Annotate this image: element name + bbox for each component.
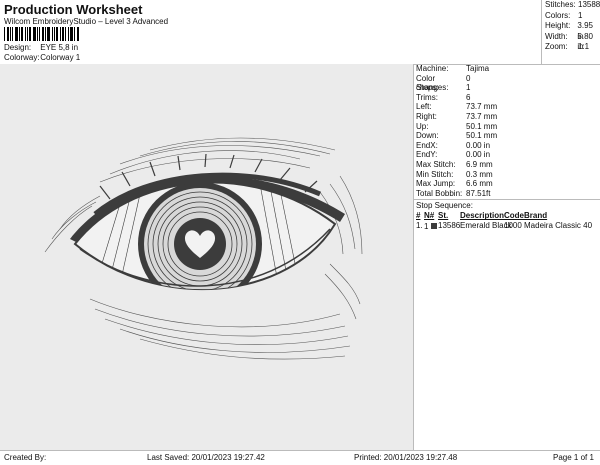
colorway-row: Colorway: Colorway 1 [4, 53, 80, 62]
barcode-bar [62, 27, 64, 41]
barcode-bar [52, 27, 53, 41]
barcode-bar [4, 27, 5, 41]
design-preview [0, 64, 414, 450]
divider [414, 199, 600, 201]
info-row: Up: 50.1 mm [416, 121, 498, 131]
stats-box: Stitches: 13588 Colors: 1 Height: 3.95 in W… [541, 0, 600, 65]
barcode-bar [19, 27, 20, 41]
barcode-bar [12, 27, 13, 41]
stop-sequence-header: # N# St. Description Code Brand [416, 211, 548, 221]
info-row: Left: 73.7 mm [416, 102, 498, 112]
barcode-bar [29, 27, 31, 41]
stat-row: Width: 5.80 in [545, 31, 593, 52]
barcode-bar [37, 27, 38, 41]
barcode-bar [70, 27, 73, 41]
barcode-bar [77, 27, 79, 41]
barcode-bar [10, 27, 11, 41]
info-row: Total Bobbin: 87.51ft [416, 188, 491, 198]
page-title: Production Worksheet [4, 2, 143, 17]
info-row: Down: 50.1 mm [416, 131, 498, 141]
barcode-bar [25, 27, 26, 41]
barcode-bar [47, 27, 50, 41]
barcode [4, 27, 96, 41]
barcode-bar [60, 27, 61, 41]
barcode-bar [45, 27, 46, 41]
last-saved: Last Saved: 20/01/2023 19:27.42 [147, 453, 265, 462]
printed-date: Printed: 20/01/2023 19:27.48 [354, 453, 458, 462]
info-row: EndY: 0.00 in [416, 150, 491, 160]
colorway-label: Colorway: [4, 53, 40, 62]
barcode-bar [7, 27, 9, 41]
stop-sequence-title: Stop Sequence: [416, 201, 473, 211]
stat-row: Colors: 1 [545, 10, 583, 20]
info-row: Max Jump: 6.6 mm [416, 179, 493, 189]
info-row: Machine: Tajima [416, 64, 490, 73]
stat-row: Zoom: 1:1 [545, 42, 590, 51]
barcode-bar [56, 27, 58, 41]
info-row: Right: 73.7 mm [416, 111, 498, 121]
stop-sequence-row: 1. 1 13586 Emerald Black 1000 Madeira Cl… [416, 221, 593, 232]
stat-row: Stitches: 13588 [545, 0, 600, 9]
barcode-bar [65, 27, 66, 41]
barcode-bar [74, 27, 75, 41]
barcode-bar [27, 27, 28, 41]
info-row: Min Stitch: 0.3 mm [416, 169, 493, 179]
thread-color-swatch [430, 223, 437, 230]
eye-embroidery-image [44, 137, 363, 360]
info-row: Stops: 1 [416, 83, 471, 93]
barcode-bar [68, 27, 69, 41]
info-row: Color changes: 0 [416, 73, 471, 93]
design-label: Design: [4, 43, 32, 52]
software-subtitle: Wilcom EmbroideryStudio – Level 3 Advanc… [4, 17, 169, 26]
barcode-bar [21, 27, 23, 41]
created-by: Created By: [4, 453, 47, 462]
design-value: EYE 5,8 in [40, 43, 79, 52]
barcode-bar [33, 27, 36, 41]
footer: Created By: Last Saved: 20/01/2023 19:27… [0, 450, 600, 465]
machine-info-panel: Machine: Tajima Color changes: 0 Stops: 1 T… [414, 64, 600, 450]
barcode-bar [39, 27, 40, 41]
info-row: Max Stitch: 6.9 mm [416, 159, 493, 169]
colorway-value: Colorway 1 [40, 53, 81, 62]
page-number: Page 1 of 1 [553, 453, 594, 462]
info-row: EndX: 0.00 in [416, 140, 491, 150]
barcode-bar [15, 27, 18, 41]
design-row: Design: EYE 5,8 in [4, 43, 78, 52]
stat-row: Height: 3.95 in [545, 21, 593, 41]
info-row: Trims: 6 [416, 92, 471, 102]
barcode-bar [54, 27, 55, 41]
barcode-bar [42, 27, 44, 41]
